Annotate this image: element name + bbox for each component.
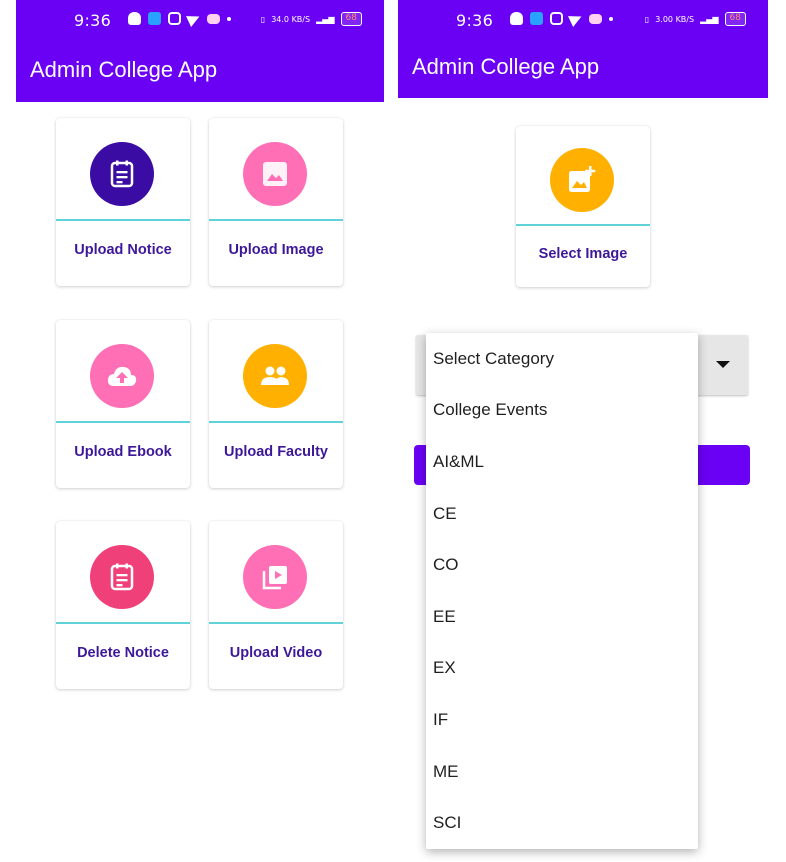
app-bar: Admin College App	[398, 40, 768, 98]
upload-ebook-card[interactable]: Upload Ebook	[56, 320, 190, 488]
card-label: Upload Ebook	[74, 444, 172, 460]
dropdown-arrow-icon[interactable]	[716, 361, 730, 368]
status-time: 9:36	[74, 11, 112, 30]
game-icon	[207, 13, 220, 24]
upload-video-card[interactable]: Upload Video	[209, 521, 343, 689]
vibrate-icon: ▯	[260, 14, 266, 24]
status-time: 9:36	[456, 11, 494, 30]
card-divider	[209, 421, 343, 423]
cloud-upload-icon	[90, 344, 154, 408]
delete-notice-card[interactable]: Delete Notice	[56, 521, 190, 689]
card-divider	[516, 224, 650, 226]
dropdown-option[interactable]: EE	[426, 591, 698, 643]
category-dropdown-menu: Select Category College Events AI&ML CE …	[426, 333, 698, 849]
dropdown-option[interactable]: AI&ML	[426, 436, 698, 488]
signal-icon: ▂▄▆	[316, 14, 335, 24]
card-label: Delete Notice	[77, 645, 169, 661]
notification-icons	[510, 10, 613, 27]
game-icon	[589, 13, 602, 24]
card-divider	[209, 622, 343, 624]
dropdown-option[interactable]: CE	[426, 488, 698, 540]
people-icon	[243, 344, 307, 408]
dropdown-option[interactable]: EX	[426, 643, 698, 695]
dropdown-option[interactable]: College Events	[426, 385, 698, 437]
network-speed: 3.00 KB/S	[655, 14, 695, 24]
dropdown-option[interactable]: ME	[426, 746, 698, 798]
status-bar: 9:36 ▯ 3.00 KB/S ▂▄▆ 68	[398, 0, 768, 40]
upload-faculty-card[interactable]: Upload Faculty	[209, 320, 343, 488]
phone-screen-dashboard: 9:36 ▯ 34.0 KB/S ▂▄▆ 68 Admin College Ap…	[16, 0, 384, 862]
card-label: Upload Image	[228, 242, 324, 258]
app-title: Admin College App	[30, 57, 218, 82]
select-image-card[interactable]: Select Image	[516, 126, 650, 287]
app-title: Admin College App	[412, 54, 600, 79]
video-library-icon	[243, 545, 307, 609]
message-icon	[148, 12, 161, 25]
telegram-icon	[568, 10, 584, 27]
system-icons: ▯ 3.00 KB/S ▂▄▆ 68	[645, 12, 746, 26]
telegram-icon	[186, 10, 202, 27]
image-icon	[243, 142, 307, 206]
phone-screen-upload-image: 9:36 ▯ 3.00 KB/S ▂▄▆ 68 Admin College Ap…	[398, 0, 768, 862]
card-label: Upload Video	[229, 645, 323, 661]
system-icons: ▯ 34.0 KB/S ▂▄▆ 68	[261, 12, 362, 26]
add-photo-icon	[550, 148, 614, 212]
more-notifications-icon	[227, 16, 231, 21]
dropdown-option[interactable]: CO	[426, 539, 698, 591]
upload-image-card[interactable]: Upload Image	[209, 118, 343, 286]
card-divider	[209, 219, 343, 221]
snapchat-icon	[128, 12, 141, 25]
notification-icons	[128, 10, 231, 27]
upload-notice-card[interactable]: Upload Notice	[56, 118, 190, 286]
notice-icon	[90, 142, 154, 206]
snapchat-icon	[510, 12, 523, 25]
instagram-icon	[168, 12, 181, 25]
app-bar: Admin College App	[16, 40, 384, 102]
notice-icon	[90, 545, 154, 609]
card-label: Upload Faculty	[224, 444, 328, 460]
card-label: Select Image	[538, 246, 628, 262]
status-bar: 9:36 ▯ 34.0 KB/S ▂▄▆ 68	[16, 0, 384, 40]
card-label: Upload Notice	[74, 242, 172, 258]
dropdown-option[interactable]: SCI	[426, 797, 698, 849]
network-speed: 34.0 KB/S	[271, 14, 311, 24]
signal-icon: ▂▄▆	[700, 14, 719, 24]
message-icon	[530, 12, 543, 25]
more-notifications-icon	[609, 16, 613, 21]
dropdown-option[interactable]: IF	[426, 694, 698, 746]
battery-icon: 68	[724, 12, 746, 26]
instagram-icon	[550, 12, 563, 25]
card-divider	[56, 219, 190, 221]
battery-icon: 68	[340, 12, 362, 26]
dropdown-option[interactable]: Select Category	[426, 333, 698, 385]
vibrate-icon: ▯	[644, 14, 650, 24]
card-divider	[56, 421, 190, 423]
card-divider	[56, 622, 190, 624]
